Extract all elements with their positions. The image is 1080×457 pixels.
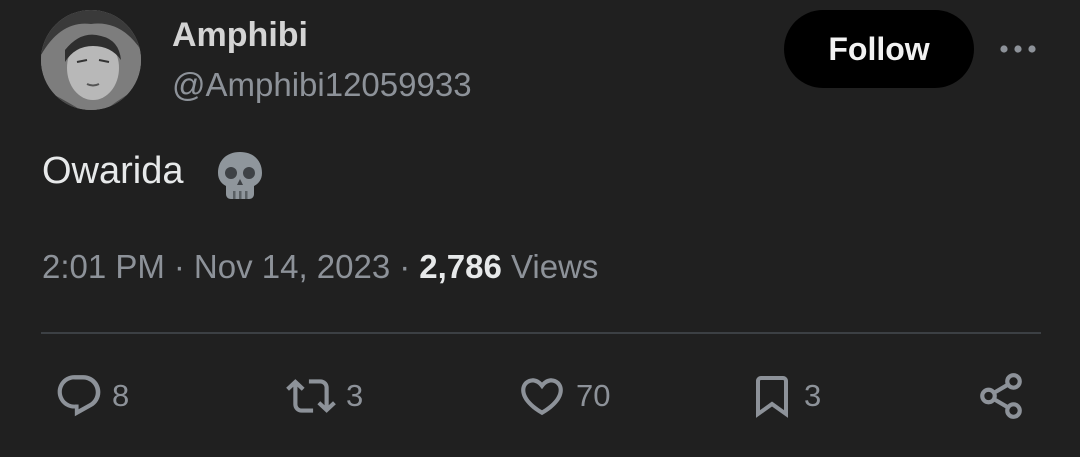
share-button[interactable] bbox=[976, 368, 1026, 424]
display-name[interactable]: Amphibi bbox=[172, 16, 308, 55]
like-count: 70 bbox=[576, 378, 611, 413]
bookmark-button[interactable]: 3 bbox=[748, 368, 821, 424]
meta-separator: · bbox=[173, 248, 185, 285]
tweet-meta: 2:01 PM · Nov 14, 2023 · 2,786 Views bbox=[42, 248, 598, 286]
reply-icon bbox=[57, 375, 101, 417]
bookmark-icon bbox=[756, 376, 788, 418]
retweet-count: 3 bbox=[346, 378, 364, 413]
divider bbox=[41, 332, 1041, 334]
avatar-image bbox=[41, 10, 141, 110]
retweet-icon bbox=[286, 379, 336, 413]
share-icon bbox=[980, 373, 1022, 419]
more-dots-icon bbox=[1000, 45, 1036, 53]
follow-button[interactable]: Follow bbox=[784, 10, 974, 88]
tweet-time[interactable]: 2:01 PM bbox=[42, 248, 165, 285]
skull-emoji-icon bbox=[214, 149, 266, 201]
tweet-text: Owarida bbox=[42, 150, 184, 192]
meta-separator: · bbox=[399, 248, 411, 285]
avatar[interactable] bbox=[41, 10, 141, 110]
retweet-button[interactable]: 3 bbox=[284, 368, 363, 424]
tweet-card: Amphibi @Amphibi12059933 Follow Owarida … bbox=[0, 0, 1080, 457]
views-count[interactable]: 2,786 bbox=[419, 248, 502, 285]
bookmark-count: 3 bbox=[804, 378, 822, 413]
heart-icon bbox=[521, 378, 563, 416]
reply-button[interactable]: 8 bbox=[54, 368, 129, 424]
user-handle[interactable]: @Amphibi12059933 bbox=[172, 66, 472, 104]
reply-count: 8 bbox=[112, 378, 130, 413]
more-options-button[interactable] bbox=[996, 32, 1040, 66]
tweet-date[interactable]: Nov 14, 2023 bbox=[194, 248, 390, 285]
like-button[interactable]: 70 bbox=[516, 368, 610, 424]
views-label[interactable]: Views bbox=[511, 248, 598, 285]
